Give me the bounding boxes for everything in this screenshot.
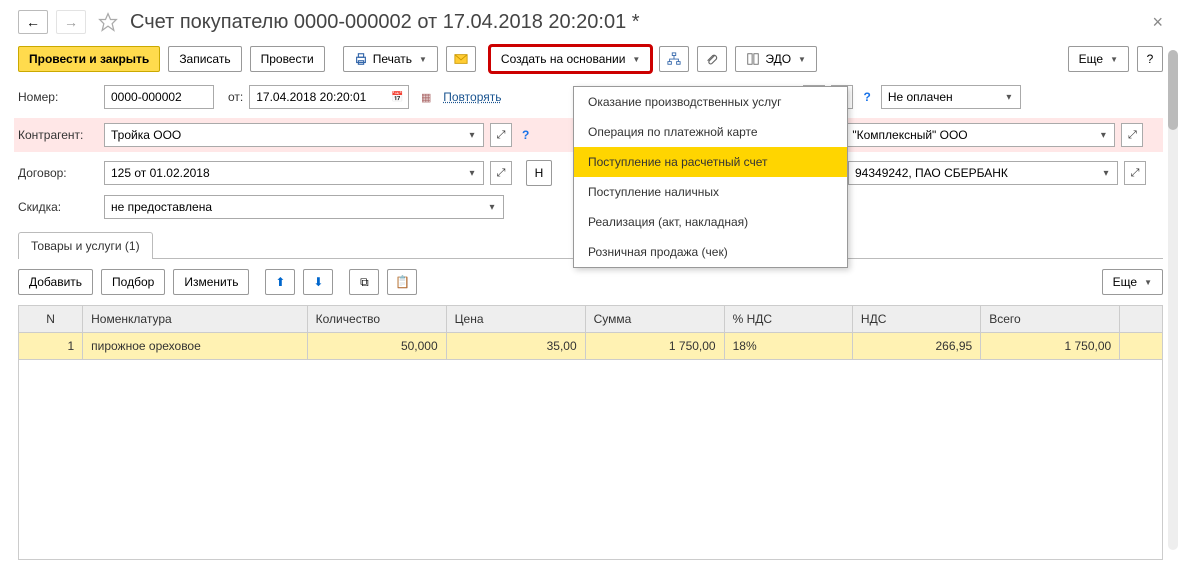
help-q1[interactable]: ? <box>859 90 874 104</box>
bank-open-button[interactable]: ⤢ <box>1124 161 1146 185</box>
org-open-button[interactable]: ⤢ <box>1121 123 1143 147</box>
menu-item-prod-services[interactable]: Оказание производственных услуг <box>574 87 847 117</box>
table-row[interactable]: 1 пирожное ореховое 50,000 35,00 1 750,0… <box>19 333 1163 360</box>
page-title: Счет покупателю 0000-000002 от 17.04.201… <box>130 11 640 34</box>
new-contract-button[interactable]: Н <box>526 160 552 186</box>
col-vat[interactable]: НДС <box>852 306 980 333</box>
number-label: Номер: <box>18 90 98 104</box>
discount-label: Скидка: <box>18 200 98 214</box>
create-based-label: Создать на основании <box>501 52 626 66</box>
envelope-icon <box>454 52 468 66</box>
more-button[interactable]: Еще▼ <box>1068 46 1129 72</box>
paste-button[interactable]: 📋 <box>387 269 417 295</box>
grid-empty-area <box>18 360 1163 560</box>
cell-price[interactable]: 35,00 <box>446 333 585 360</box>
items-table: N Номенклатура Количество Цена Сумма % Н… <box>18 305 1163 360</box>
status-dd-icon[interactable]: ▾ <box>1000 87 1018 107</box>
cp-open-button[interactable]: ⤢ <box>490 123 512 147</box>
col-total[interactable]: Всего <box>981 306 1120 333</box>
help-button[interactable]: ? <box>1137 46 1163 72</box>
bank-dd-icon[interactable]: ▾ <box>1097 163 1115 183</box>
create-based-menu: Оказание производственных услуг Операция… <box>573 86 848 268</box>
col-qty[interactable]: Количество <box>307 306 446 333</box>
contract-label: Договор: <box>18 166 98 180</box>
help-q2[interactable]: ? <box>518 128 533 142</box>
org-field[interactable]: ▾ <box>845 123 1115 147</box>
vertical-scrollbar[interactable] <box>1168 50 1178 550</box>
structure-button[interactable] <box>659 46 689 72</box>
col-price[interactable]: Цена <box>446 306 585 333</box>
counterparty-label: Контрагент: <box>18 128 98 142</box>
edit-row-button[interactable]: Изменить <box>173 269 249 295</box>
attach-button[interactable] <box>697 46 727 72</box>
cell-item[interactable]: пирожное ореховое <box>83 333 308 360</box>
col-sum[interactable]: Сумма <box>585 306 724 333</box>
menu-item-retail-sale[interactable]: Розничная продажа (чек) <box>574 237 847 267</box>
cell-vatpct[interactable]: 18% <box>724 333 852 360</box>
add-row-button[interactable]: Добавить <box>18 269 93 295</box>
repeat-link[interactable]: Повторять <box>443 90 501 104</box>
col-vatpct[interactable]: % НДС <box>724 306 852 333</box>
col-item[interactable]: Номенклатура <box>83 306 308 333</box>
date-field[interactable]: 📅 <box>249 85 409 109</box>
bank-field[interactable]: ▾ <box>848 161 1118 185</box>
discount-field[interactable]: ▾ <box>104 195 504 219</box>
more-label: Еще <box>1079 52 1103 66</box>
pick-button[interactable]: Подбор <box>101 269 165 295</box>
mail-button[interactable] <box>446 46 476 72</box>
contract-field[interactable]: ▾ <box>104 161 484 185</box>
print-label: Печать <box>373 52 412 66</box>
menu-item-sales-invoice[interactable]: Реализация (акт, накладная) <box>574 207 847 237</box>
cell-qty[interactable]: 50,000 <box>307 333 446 360</box>
menu-item-card-operation[interactable]: Операция по платежной карте <box>574 117 847 147</box>
discount-dd-icon[interactable]: ▾ <box>483 197 501 217</box>
nav-back-button[interactable]: ← <box>18 10 48 34</box>
favorite-star-icon[interactable] <box>98 12 118 32</box>
form-icon-button[interactable]: ▦ <box>415 85 437 109</box>
cell-vat[interactable]: 266,95 <box>852 333 980 360</box>
hierarchy-icon <box>667 52 681 66</box>
move-up-button[interactable]: ⬆ <box>265 269 295 295</box>
edo-label: ЭДО <box>765 52 791 66</box>
contract-open-button[interactable]: ⤢ <box>490 161 512 185</box>
nav-fwd-button[interactable]: → <box>56 10 86 34</box>
contract-dd-icon[interactable]: ▾ <box>463 163 481 183</box>
counterparty-field[interactable]: ▾ <box>104 123 484 147</box>
cell-total[interactable]: 1 750,00 <box>981 333 1120 360</box>
edo-button[interactable]: ЭДО▼ <box>735 46 817 72</box>
menu-item-cash-receipt[interactable]: Поступление наличных <box>574 177 847 207</box>
cell-sum[interactable]: 1 750,00 <box>585 333 724 360</box>
cp-dd-icon[interactable]: ▾ <box>463 125 481 145</box>
edo-icon <box>746 52 760 66</box>
number-field[interactable] <box>104 85 214 109</box>
close-icon[interactable]: × <box>1152 12 1163 33</box>
tab-goods-services[interactable]: Товары и услуги (1) <box>18 232 153 259</box>
post-and-close-button[interactable]: Провести и закрыть <box>18 46 160 72</box>
grid-more-button[interactable]: Еще▼ <box>1102 269 1163 295</box>
status-field[interactable]: ▾ <box>881 85 1021 109</box>
create-based-button[interactable]: Создать на основании▼ <box>490 46 651 72</box>
org-dd-icon[interactable]: ▾ <box>1094 125 1112 145</box>
paperclip-icon <box>705 52 719 66</box>
post-button[interactable]: Провести <box>250 46 325 72</box>
move-down-button[interactable]: ⬇ <box>303 269 333 295</box>
col-n[interactable]: N <box>19 306 83 333</box>
printer-icon <box>354 52 368 66</box>
cell-n[interactable]: 1 <box>19 333 83 360</box>
copy-button[interactable]: ⧉ <box>349 269 379 295</box>
menu-item-bank-receipt[interactable]: Поступление на расчетный счет <box>574 147 847 177</box>
calendar-icon[interactable]: 📅 <box>388 87 406 107</box>
save-button[interactable]: Записать <box>168 46 241 72</box>
print-button[interactable]: Печать▼ <box>343 46 438 72</box>
date-label: от: <box>228 90 243 104</box>
